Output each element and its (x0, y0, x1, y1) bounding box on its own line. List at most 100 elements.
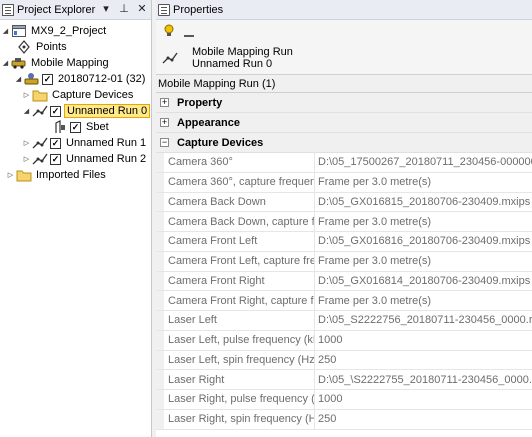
collapse-icon[interactable]: ◢ (1, 59, 10, 68)
property-row[interactable]: Laser Right D:\05_\S2222755_20180711-2304… (156, 370, 532, 390)
project-explorer-pane: Project Explorer ▾ ⊥ ✕ ◢ MX9_2_Project P… (0, 0, 152, 437)
tree-label-run-1: Unnamed Run 1 (66, 137, 147, 149)
session-icon (24, 72, 40, 86)
property-row[interactable]: Camera Front Left, capture frequ Frame pe… (156, 251, 532, 272)
run-2-checkbox[interactable]: ✓ (50, 153, 61, 165)
properties-pane: Properties Mobile Mapping Run Unnamed Ru… (156, 0, 532, 437)
property-row[interactable]: Camera 360° D:\05_17500267_20180711_23045… (156, 153, 532, 173)
property-row[interactable]: Laser Right, spin frequency (Hz): 250 (156, 409, 532, 430)
property-value[interactable]: 1000 (315, 331, 532, 350)
object-type: Mobile Mapping Run (192, 46, 293, 58)
object-name: Unnamed Run 0 (192, 58, 273, 70)
property-row[interactable]: Laser Left, pulse frequency (kHz):1000 (156, 330, 532, 351)
run-icon (162, 51, 178, 65)
tree-node-project[interactable]: ◢ MX9_2_Project (1, 23, 108, 39)
tree-label-run-0: Unnamed Run 0 (64, 104, 151, 118)
property-value[interactable]: 250 (315, 351, 532, 370)
property-name: Laser Right, spin frequency (Hz): (164, 409, 315, 429)
category-property[interactable]: + Property (156, 93, 532, 113)
property-row[interactable]: Laser Left, spin frequency (Hz): 250 (156, 350, 532, 371)
category-label: Appearance (177, 116, 240, 129)
property-name: Camera Front Right, capture freq (164, 291, 315, 310)
tree-node-mobile-mapping[interactable]: ◢ Mobile Mapping (1, 55, 111, 71)
properties-header: Properties (156, 0, 532, 20)
project-tree: ◢ MX9_2_Project Points ◢ Mobile Mapping … (0, 20, 151, 181)
category-label: Property (177, 96, 223, 109)
property-row[interactable]: Camera 360°, capture frequency: Frame per… (156, 172, 532, 193)
property-name: Camera 360° (164, 153, 315, 172)
project-icon (11, 24, 27, 38)
selected-object-info: Mobile Mapping Run Unnamed Run 0 (156, 42, 532, 75)
property-name: Camera Back Down, capture freq (164, 212, 315, 231)
tree-node-run-2[interactable]: ▷ ✓ Unnamed Run 2 (22, 151, 148, 167)
property-name: Laser Left, spin frequency (Hz): (164, 350, 315, 370)
property-row[interactable]: Laser Left D:\05_S2222756_20180711-230456… (156, 311, 532, 331)
sbet-icon (52, 120, 68, 134)
property-value[interactable]: D:\05_\S2222755_20180711-230456_0000.rxp (315, 370, 532, 389)
tree-label-project: MX9_2_Project (31, 25, 107, 37)
property-value[interactable]: Frame per 3.0 metre(s) (315, 173, 532, 192)
run-icon (32, 136, 48, 150)
tree-node-imported-files[interactable]: ▷ Imported Files (6, 167, 108, 183)
property-row[interactable]: Laser Right, pulse frequency (kHz1000 (156, 390, 532, 410)
folder-icon (16, 168, 32, 182)
category-appearance[interactable]: + Appearance (156, 113, 532, 133)
property-value[interactable]: Frame per 3.0 metre(s) (315, 291, 532, 310)
category-label: Capture Devices (177, 136, 264, 149)
tree-node-run-1[interactable]: ▷ ✓ Unnamed Run 1 (22, 135, 148, 151)
property-row[interactable]: Camera Front Right D:\05_GX016814_2018070… (156, 271, 532, 292)
property-name: Laser Right, pulse frequency (kHz (164, 390, 315, 409)
explorer-list-icon (2, 3, 14, 16)
collapse-icon[interactable]: − (160, 138, 169, 147)
tree-label-imported-files: Imported Files (36, 169, 106, 181)
property-row[interactable]: Camera Front Right, capture freq Frame pe… (156, 291, 532, 311)
lightbulb-icon[interactable] (162, 23, 176, 39)
pin-icon[interactable]: ⊥ (118, 3, 130, 16)
project-explorer-title: Project Explorer (17, 3, 96, 16)
properties-title: Properties (173, 3, 224, 16)
folder-icon (32, 88, 48, 102)
property-value[interactable]: Frame per 3.0 metre(s) (315, 252, 532, 271)
property-value[interactable]: Frame per 3.0 metre(s) (315, 212, 532, 231)
property-row[interactable]: Camera Back Down D:\05_GX016815_20180706-… (156, 192, 532, 213)
object-selector[interactable]: Mobile Mapping Run (1) (156, 75, 532, 93)
properties-toolbar (156, 20, 532, 42)
property-value[interactable]: D:\05_GX016815_20180706-230409.mxips (315, 192, 532, 212)
points-icon (16, 40, 32, 54)
dropdown-icon[interactable]: ▾ (100, 3, 112, 16)
property-value[interactable]: 1000 (315, 390, 532, 409)
property-name: Camera Back Down (164, 192, 315, 212)
property-value[interactable]: D:\05_S2222756_20180711-230456_0000.rxp (315, 311, 532, 330)
collapse-icon[interactable]: ◢ (1, 27, 10, 36)
tree-node-capture-devices[interactable]: ▷ Capture Devices (22, 87, 135, 103)
tree-label-points: Points (36, 41, 67, 53)
expand-icon[interactable]: ▷ (22, 139, 31, 148)
tree-label-sbet: Sbet (86, 121, 109, 133)
property-value[interactable]: D:\05_GX016814_20180706-230409.mxips (315, 271, 532, 291)
expand-icon[interactable]: ▷ (22, 155, 31, 164)
tree-node-sbet[interactable]: ✓ Sbet (52, 119, 111, 135)
sbet-checkbox[interactable]: ✓ (70, 121, 81, 133)
collapse-icon[interactable]: ◢ (14, 75, 23, 84)
tree-node-run-0[interactable]: ◢ ✓ Unnamed Run 0 (22, 103, 151, 119)
expand-icon[interactable]: + (160, 118, 169, 127)
property-value[interactable]: D:\05_GX016816_20180706-230409.mxips (315, 232, 532, 251)
expand-icon[interactable]: ▷ (22, 91, 31, 100)
property-name: Laser Left, pulse frequency (kHz): (164, 330, 315, 350)
run-0-checkbox[interactable]: ✓ (50, 105, 61, 117)
property-value[interactable]: 250 (315, 410, 532, 429)
tree-node-points[interactable]: Points (16, 39, 69, 55)
close-icon[interactable]: ✕ (136, 3, 148, 16)
property-row[interactable]: Camera Back Down, capture freq Frame per … (156, 212, 532, 232)
collapse-icon[interactable]: ◢ (22, 107, 31, 116)
property-value[interactable]: D:\05_17500267_20180711_230456-000000.pg… (315, 153, 532, 172)
property-row[interactable]: Camera Front Left D:\05_GX016816_20180706… (156, 232, 532, 252)
run-1-checkbox[interactable]: ✓ (50, 137, 61, 149)
dash-icon[interactable] (182, 23, 196, 39)
session-checkbox[interactable]: ✓ (42, 73, 53, 85)
category-capture-devices[interactable]: − Capture Devices (156, 133, 532, 153)
expand-icon[interactable]: + (160, 98, 169, 107)
tree-node-session[interactable]: ◢ ✓ 20180712-01 (32) (14, 71, 147, 87)
expand-icon[interactable]: ▷ (6, 171, 15, 180)
run-icon (32, 104, 48, 118)
